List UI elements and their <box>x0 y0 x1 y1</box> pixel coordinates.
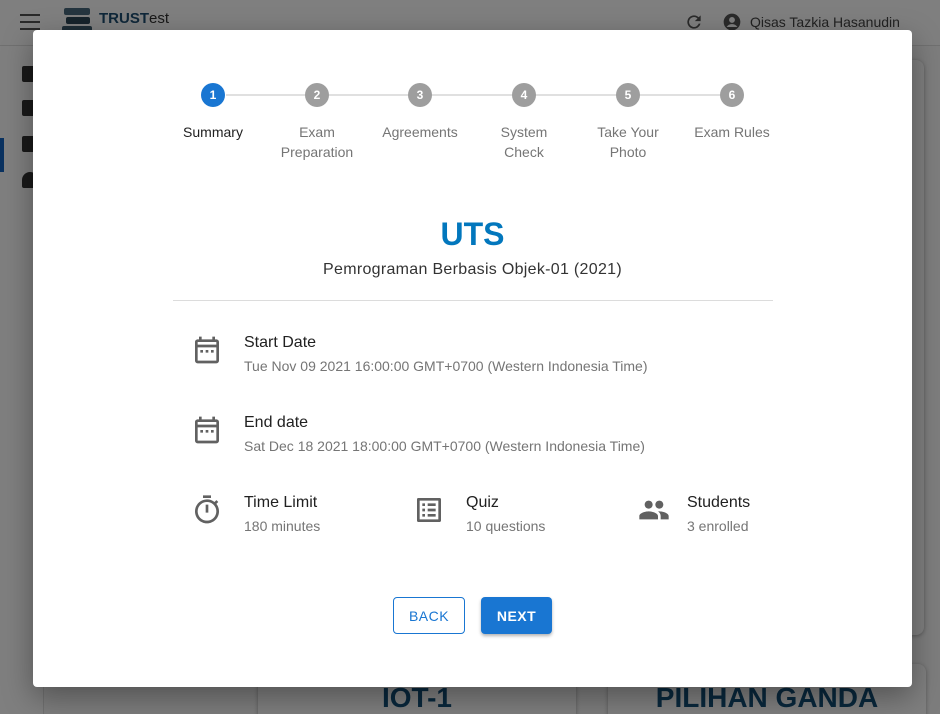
exam-title: UTS <box>440 216 505 252</box>
calendar-icon <box>195 336 219 364</box>
info-label: Students <box>687 494 751 511</box>
back-button[interactable]: BACK <box>393 597 465 634</box>
step-label: Agreements <box>382 124 458 140</box>
divider <box>173 300 773 301</box>
timer-icon <box>195 495 219 524</box>
step-take-your-photo[interactable]: 5 Take Your Photo <box>568 83 688 162</box>
next-button[interactable]: NEXT <box>481 597 552 634</box>
info-label: Start Date <box>244 334 317 351</box>
info-value: 10 questions <box>466 518 546 534</box>
step-label: Take Your Photo <box>597 124 659 160</box>
info-label: Time Limit <box>244 494 318 511</box>
step-number: 2 <box>305 83 329 107</box>
step-number: 1 <box>201 83 225 107</box>
list-alt-icon <box>417 498 441 522</box>
info-value: Tue Nov 09 2021 16:00:00 GMT+0700 (Weste… <box>244 358 648 374</box>
info-value: 180 minutes <box>244 518 321 534</box>
calendar-icon <box>195 416 219 444</box>
info-value: 3 enrolled <box>687 518 749 534</box>
step-number: 6 <box>720 83 744 107</box>
info-label: End date <box>244 414 309 431</box>
exam-course: Pemrograman Berbasis Objek-01 (2021) <box>323 261 622 278</box>
step-number: 5 <box>616 83 640 107</box>
step-label: Exam Preparation <box>280 124 354 160</box>
step-label: System Check <box>500 124 548 160</box>
exam-summary-dialog: 1 Summary 2 Exam Preparation 3 Agreement… <box>33 30 912 687</box>
step-system-check[interactable]: 4 System Check <box>464 83 584 162</box>
step-label: Exam Rules <box>694 124 770 140</box>
step-exam-preparation[interactable]: 2 Exam Preparation <box>257 83 377 162</box>
step-label: Summary <box>183 124 243 140</box>
step-exam-rules[interactable]: 6 Exam Rules <box>672 83 792 142</box>
info-label: Quiz <box>466 494 499 511</box>
step-number: 4 <box>512 83 536 107</box>
step-number: 3 <box>408 83 432 107</box>
step-agreements[interactable]: 3 Agreements <box>360 83 480 142</box>
stepper: 1 Summary 2 Exam Preparation 3 Agreement… <box>33 30 912 170</box>
info-value: Sat Dec 18 2021 18:00:00 GMT+0700 (Weste… <box>244 438 645 454</box>
step-summary[interactable]: 1 Summary <box>153 83 273 142</box>
people-icon <box>639 500 669 520</box>
